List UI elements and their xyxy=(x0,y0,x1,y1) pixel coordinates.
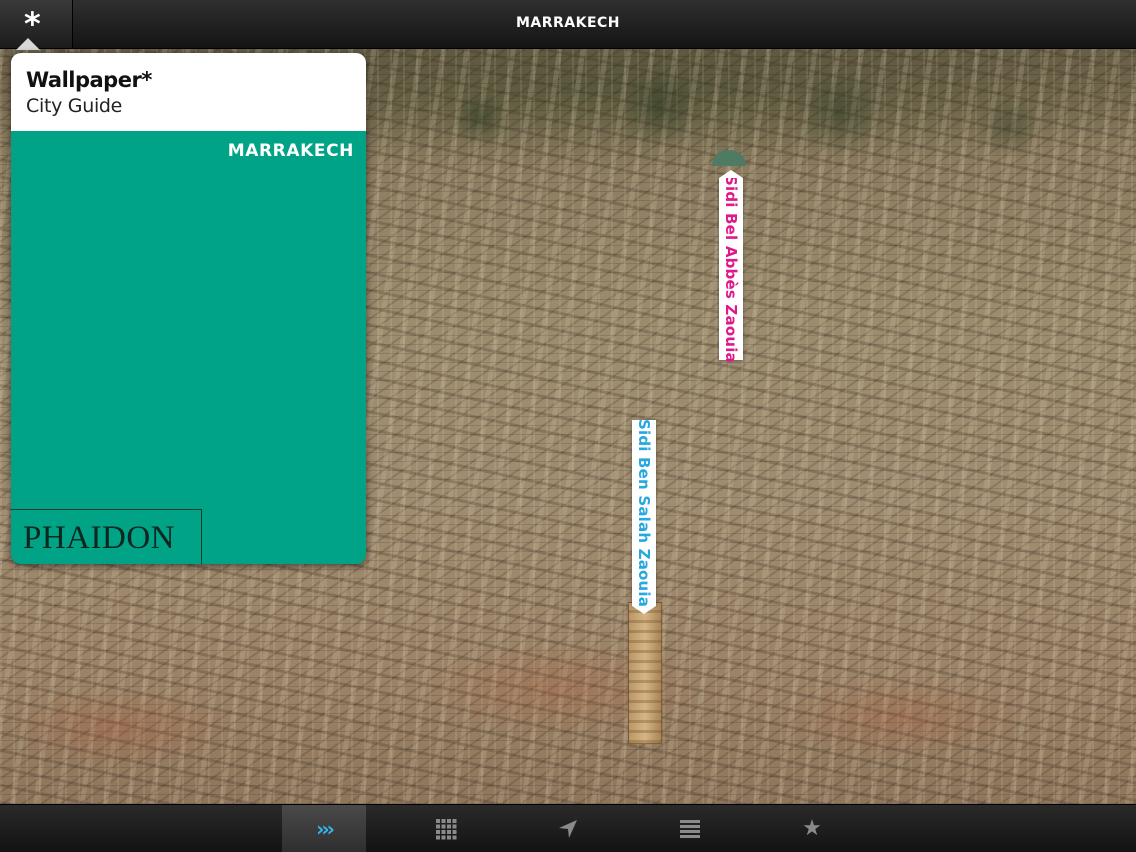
location-arrow-icon xyxy=(559,820,577,838)
guide-brand: Wallpaper* xyxy=(26,68,152,92)
guide-subtitle: City Guide xyxy=(26,95,123,117)
toolbar-list-button[interactable] xyxy=(648,805,732,852)
top-navigation-bar: MARRAKECH xyxy=(0,0,1136,49)
toolbar-favourites-button[interactable]: ★ xyxy=(770,805,854,852)
guide-card-header: Wallpaper* City Guide xyxy=(11,53,366,131)
label-pointer-icon xyxy=(719,170,743,178)
publisher-logo: PHAIDON xyxy=(11,509,202,564)
grid-icon xyxy=(436,819,457,840)
toolbar-location-button[interactable] xyxy=(526,805,610,852)
list-icon xyxy=(680,820,700,838)
minaret xyxy=(628,602,662,744)
app-window: Sidi Bel Abbès Zaouia Sidi Ben Salah Zao… xyxy=(0,0,1136,852)
menu-button[interactable]: * xyxy=(0,0,73,50)
photo-trees xyxy=(360,58,1136,168)
toolbar-forward-button[interactable]: ››› xyxy=(282,805,366,852)
page-title: MARRAKECH xyxy=(515,15,621,31)
place-label-sidi-ben-salah[interactable]: Sidi Ben Salah Zaouia xyxy=(632,418,656,614)
guide-city-name: MARRAKECH xyxy=(227,141,354,161)
guide-cover-card[interactable]: Wallpaper* City Guide MARRAKECH PHAIDON xyxy=(11,53,366,564)
toolbar-grid-button[interactable] xyxy=(404,805,488,852)
popover-pointer-icon xyxy=(16,38,40,50)
bottom-toolbar: ››› ★ xyxy=(0,804,1136,852)
chevrons-right-icon: ››› xyxy=(316,817,335,841)
place-label-sidi-bel-abbes[interactable]: Sidi Bel Abbès Zaouia xyxy=(719,170,743,363)
place-label-text: Sidi Bel Abbès Zaouia xyxy=(722,175,740,363)
place-label-text: Sidi Ben Salah Zaouia xyxy=(635,418,653,608)
photo-rooftops xyxy=(0,608,1136,804)
publisher-name: PHAIDON xyxy=(23,520,175,556)
label-pointer-icon xyxy=(632,606,656,614)
star-icon: ★ xyxy=(802,816,822,841)
